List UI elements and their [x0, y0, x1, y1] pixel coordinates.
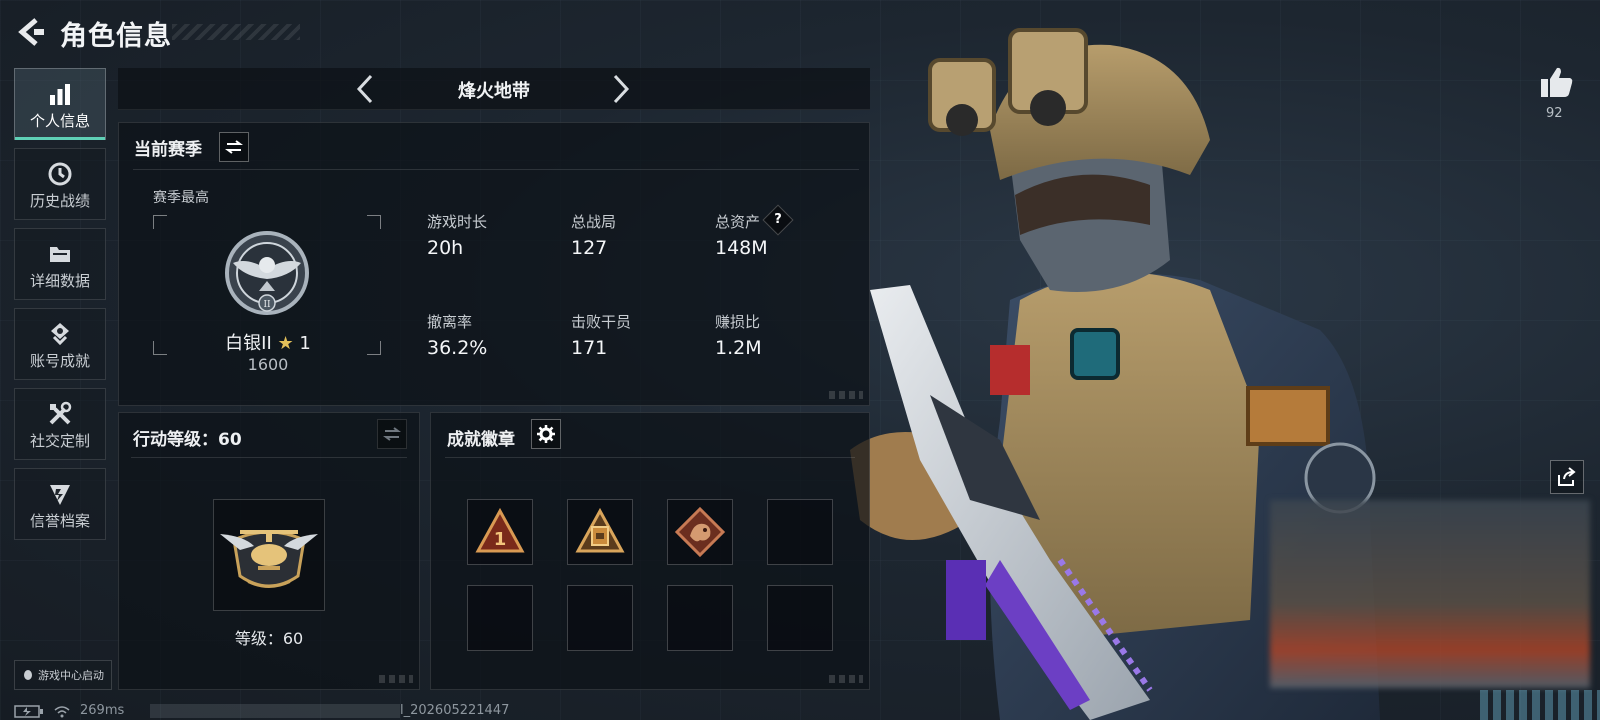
stat-value-profit-ratio: 1.2M — [715, 337, 762, 359]
badge-slot[interactable]: 1 — [467, 499, 533, 565]
ping-text: 269ms — [80, 703, 125, 718]
sidebar-item-social-custom[interactable]: 社交定制 — [14, 388, 106, 460]
achievements-title: 成就徽章 — [447, 430, 515, 450]
sidebar-item-label: 详细数据 — [29, 272, 90, 290]
mode-selector: 烽火地带 — [118, 68, 870, 110]
sidebar-item-history[interactable]: 历史战绩 — [14, 148, 106, 220]
blurred-overlay — [1270, 500, 1590, 688]
sidebar-item-detailed-data[interactable]: 详细数据 — [14, 228, 106, 300]
dragon-badge-icon — [674, 506, 726, 558]
badge-slot[interactable] — [567, 585, 633, 651]
sidebar-item-label: 信誉档案 — [29, 512, 90, 530]
stat-label-total-matches: 总战局 — [571, 213, 617, 231]
divider — [131, 457, 407, 458]
floor-lights — [1480, 690, 1600, 720]
badge-slot[interactable] — [667, 499, 733, 565]
history-clock-icon — [48, 162, 72, 186]
build-id-text: l_202605221447 — [400, 703, 510, 718]
page-title: 角色信息 — [60, 21, 172, 52]
rank-points: 1600 — [247, 355, 289, 374]
chevron-right-icon[interactable] — [604, 73, 636, 105]
stat-label-profit-ratio: 赚损比 — [715, 313, 761, 331]
stat-value-kills: 171 — [571, 337, 608, 359]
sidebar-item-credit-record[interactable]: 信誉档案 — [14, 468, 106, 540]
sidebar-item-label: 社交定制 — [29, 432, 90, 450]
credit-icon — [50, 485, 70, 505]
gear-icon — [537, 425, 555, 443]
swap-icon — [225, 140, 243, 154]
action-level-panel: 行动等级：60 等级：60 — [118, 412, 420, 690]
sidebar-item-personal-info[interactable]: 个人信息 — [14, 68, 106, 140]
divider — [133, 169, 859, 170]
corner-decoration — [379, 675, 413, 683]
frame-corner — [367, 215, 381, 229]
share-button[interactable] — [1550, 460, 1584, 494]
sidebar-item-account-achievements[interactable]: 账号成就 — [14, 308, 106, 380]
season-title: 当前赛季 — [134, 140, 202, 160]
vault-badge-icon — [575, 507, 625, 553]
blurred-id — [150, 704, 400, 718]
stat-label-kills: 击败干员 — [571, 313, 632, 331]
rank-emblem-silver: II — [225, 231, 309, 315]
stat-value-extract-rate: 36.2% — [427, 337, 488, 359]
bar-chart-icon — [50, 84, 70, 105]
badge-slot[interactable] — [467, 585, 533, 651]
level-label: 等级：60 — [234, 629, 304, 648]
badge-slot[interactable] — [567, 499, 633, 565]
corner-decoration — [829, 391, 863, 399]
achievements-panel: 成就徽章 1 — [430, 412, 870, 690]
sidebar-item-label: 历史战绩 — [29, 192, 90, 210]
frame-corner — [153, 215, 167, 229]
sidebar-item-label: 账号成就 — [29, 352, 90, 370]
badge-slot[interactable] — [767, 499, 833, 565]
share-icon — [1558, 467, 1576, 486]
badge-slot[interactable] — [767, 585, 833, 651]
game-center-label: 游戏中心启动 — [38, 669, 104, 682]
stat-value-play-time: 20h — [427, 237, 464, 259]
badge-slot[interactable] — [667, 585, 733, 651]
season-best-label: 赛季最高 — [153, 190, 209, 206]
back-arrow-icon[interactable] — [14, 16, 46, 48]
switch-level-button[interactable] — [377, 419, 407, 449]
level-emblem-frame — [213, 499, 325, 611]
rank-name: 白银II — [225, 333, 272, 354]
title-decoration — [172, 24, 300, 40]
badge-settings-button[interactable] — [531, 419, 561, 449]
folder-icon — [50, 247, 70, 262]
helicopter-emblem — [220, 530, 318, 588]
thumbs-up-icon[interactable] — [1540, 66, 1574, 98]
svg-text:II: II — [263, 300, 271, 310]
corner-decoration — [829, 675, 863, 683]
achievement-icon — [51, 323, 69, 346]
switch-season-button[interactable] — [219, 132, 249, 162]
stat-label-play-time: 游戏时长 — [427, 213, 488, 231]
stat-value-total-assets: 148M — [715, 237, 768, 259]
battery-icon — [14, 705, 43, 718]
rank-stars: 1 — [299, 333, 311, 354]
action-level-title: 行动等级：60 — [133, 430, 242, 450]
swap-icon — [383, 427, 401, 441]
rank-line: 白银II ★ 1 — [153, 329, 383, 355]
stat-value-total-matches: 127 — [571, 237, 608, 259]
star-icon: ★ — [277, 333, 294, 354]
mode-title: 烽火地带 — [458, 81, 530, 102]
season-panel: 当前赛季 赛季最高 II 白银II ★ 1 1600 游戏时长 20h 总战局 … — [118, 122, 870, 406]
svg-text:1: 1 — [494, 529, 507, 550]
divider — [445, 457, 855, 458]
tools-icon — [49, 401, 72, 425]
help-icon[interactable]: ? — [767, 209, 789, 231]
penguin-icon — [24, 670, 32, 680]
sidebar-item-label: 个人信息 — [29, 112, 90, 130]
stat-label-extract-rate: 撤离率 — [427, 313, 473, 331]
rank-one-badge-icon: 1 — [475, 507, 525, 553]
stat-label-total-assets: 总资产 — [715, 213, 761, 231]
like-count: 92 — [1546, 106, 1563, 121]
wifi-icon — [54, 706, 70, 718]
game-center-launch-button[interactable]: 游戏中心启动 — [14, 660, 112, 690]
